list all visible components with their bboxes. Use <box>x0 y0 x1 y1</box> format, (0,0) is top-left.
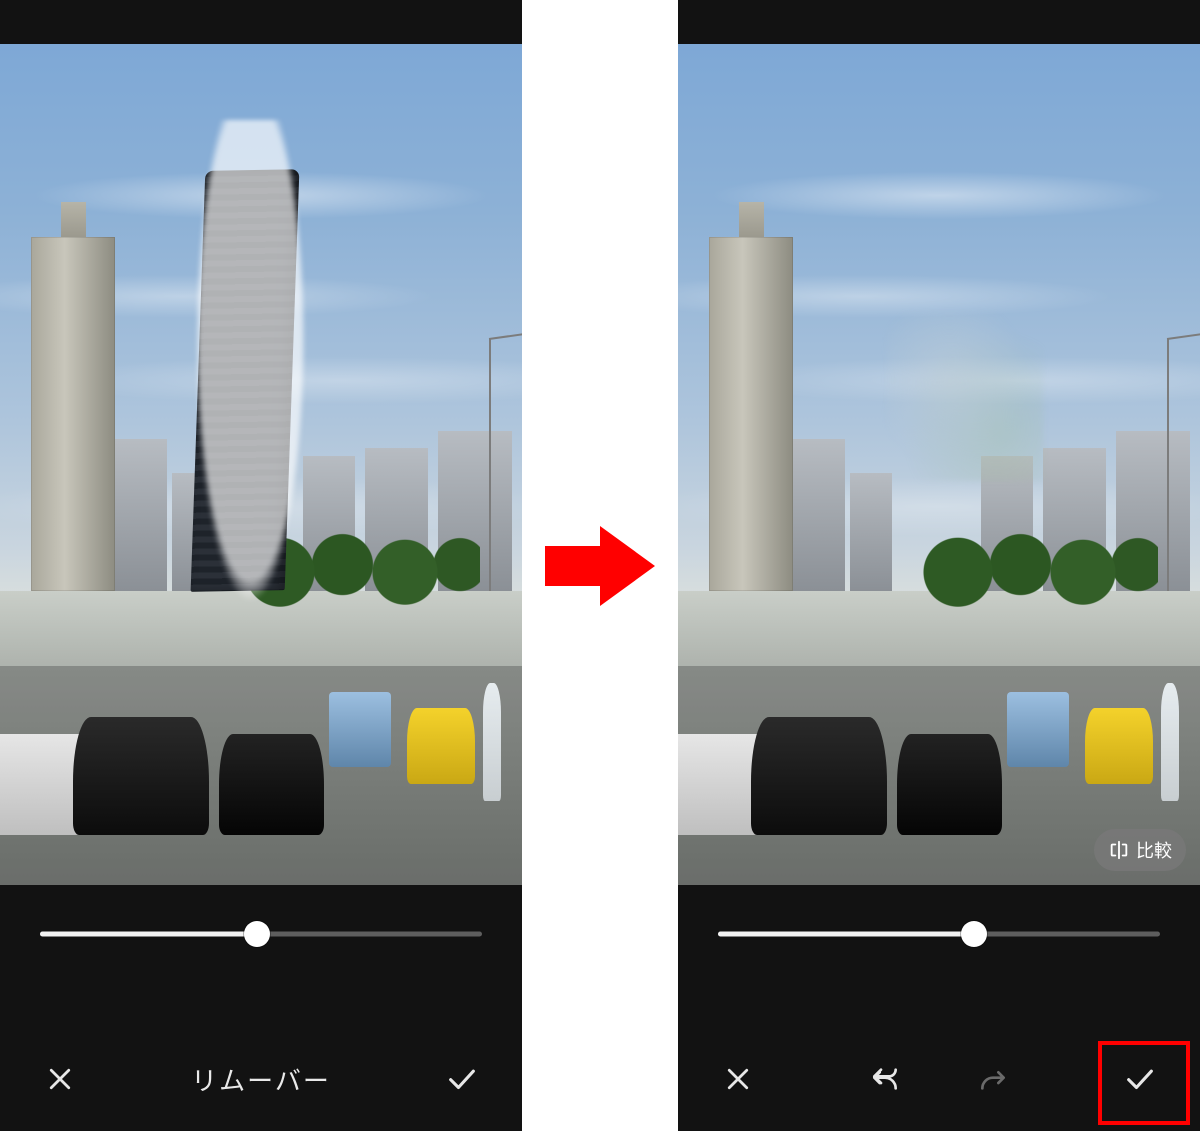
check-icon <box>1123 1062 1157 1096</box>
taxi <box>407 708 475 784</box>
redo-icon <box>977 1063 1009 1095</box>
slider-thumb[interactable] <box>961 921 987 947</box>
building <box>850 473 892 591</box>
cancel-button[interactable] <box>30 1049 90 1109</box>
brush-size-slider[interactable] <box>40 923 482 945</box>
bottom-panel: リムーバー <box>0 885 522 1131</box>
slider-fill <box>718 932 974 937</box>
check-icon <box>445 1062 479 1096</box>
car <box>897 734 1001 835</box>
building <box>115 439 167 590</box>
taxi <box>1085 708 1153 784</box>
image-canvas[interactable]: 比較 <box>678 44 1200 885</box>
object-to-remove <box>191 169 300 591</box>
confirm-button[interactable] <box>432 1049 492 1109</box>
undo-icon <box>869 1063 901 1095</box>
action-row <box>678 1049 1200 1117</box>
pedestrian <box>483 683 501 801</box>
compare-button[interactable]: 比較 <box>1094 829 1186 871</box>
trees <box>908 481 1159 632</box>
phone-before: リムーバー <box>0 0 522 1131</box>
close-icon <box>723 1064 753 1094</box>
comparison-stage: リムーバー <box>0 0 1200 1131</box>
car <box>751 717 887 835</box>
confirm-button[interactable] <box>1110 1049 1170 1109</box>
tool-title: リムーバー <box>191 1061 331 1098</box>
slider-fill <box>40 932 257 937</box>
status-bar <box>0 0 522 44</box>
car <box>219 734 323 835</box>
truck <box>329 692 392 768</box>
compare-label: 比較 <box>1136 837 1172 863</box>
arrow-icon <box>545 521 655 611</box>
undo-button[interactable] <box>855 1049 915 1109</box>
close-icon <box>45 1064 75 1094</box>
cancel-button[interactable] <box>708 1049 768 1109</box>
compare-icon <box>1108 839 1130 861</box>
brush-size-slider[interactable] <box>718 923 1160 945</box>
pedestrian <box>1161 683 1179 801</box>
car <box>73 717 209 835</box>
slider-thumb[interactable] <box>244 921 270 947</box>
bottom-panel <box>678 885 1200 1131</box>
heal-artifact <box>887 313 1044 481</box>
phone-after: 比較 <box>678 0 1200 1131</box>
image-canvas[interactable] <box>0 44 522 885</box>
building <box>793 439 845 590</box>
street-lamp <box>1167 338 1169 590</box>
status-bar <box>678 0 1200 44</box>
street-lamp <box>489 338 491 590</box>
action-row: リムーバー <box>0 1049 522 1117</box>
building-tower <box>709 237 793 590</box>
history-buttons <box>855 1049 1023 1109</box>
redo-button[interactable] <box>963 1049 1023 1109</box>
truck <box>1007 692 1070 768</box>
building-tower <box>31 237 115 590</box>
